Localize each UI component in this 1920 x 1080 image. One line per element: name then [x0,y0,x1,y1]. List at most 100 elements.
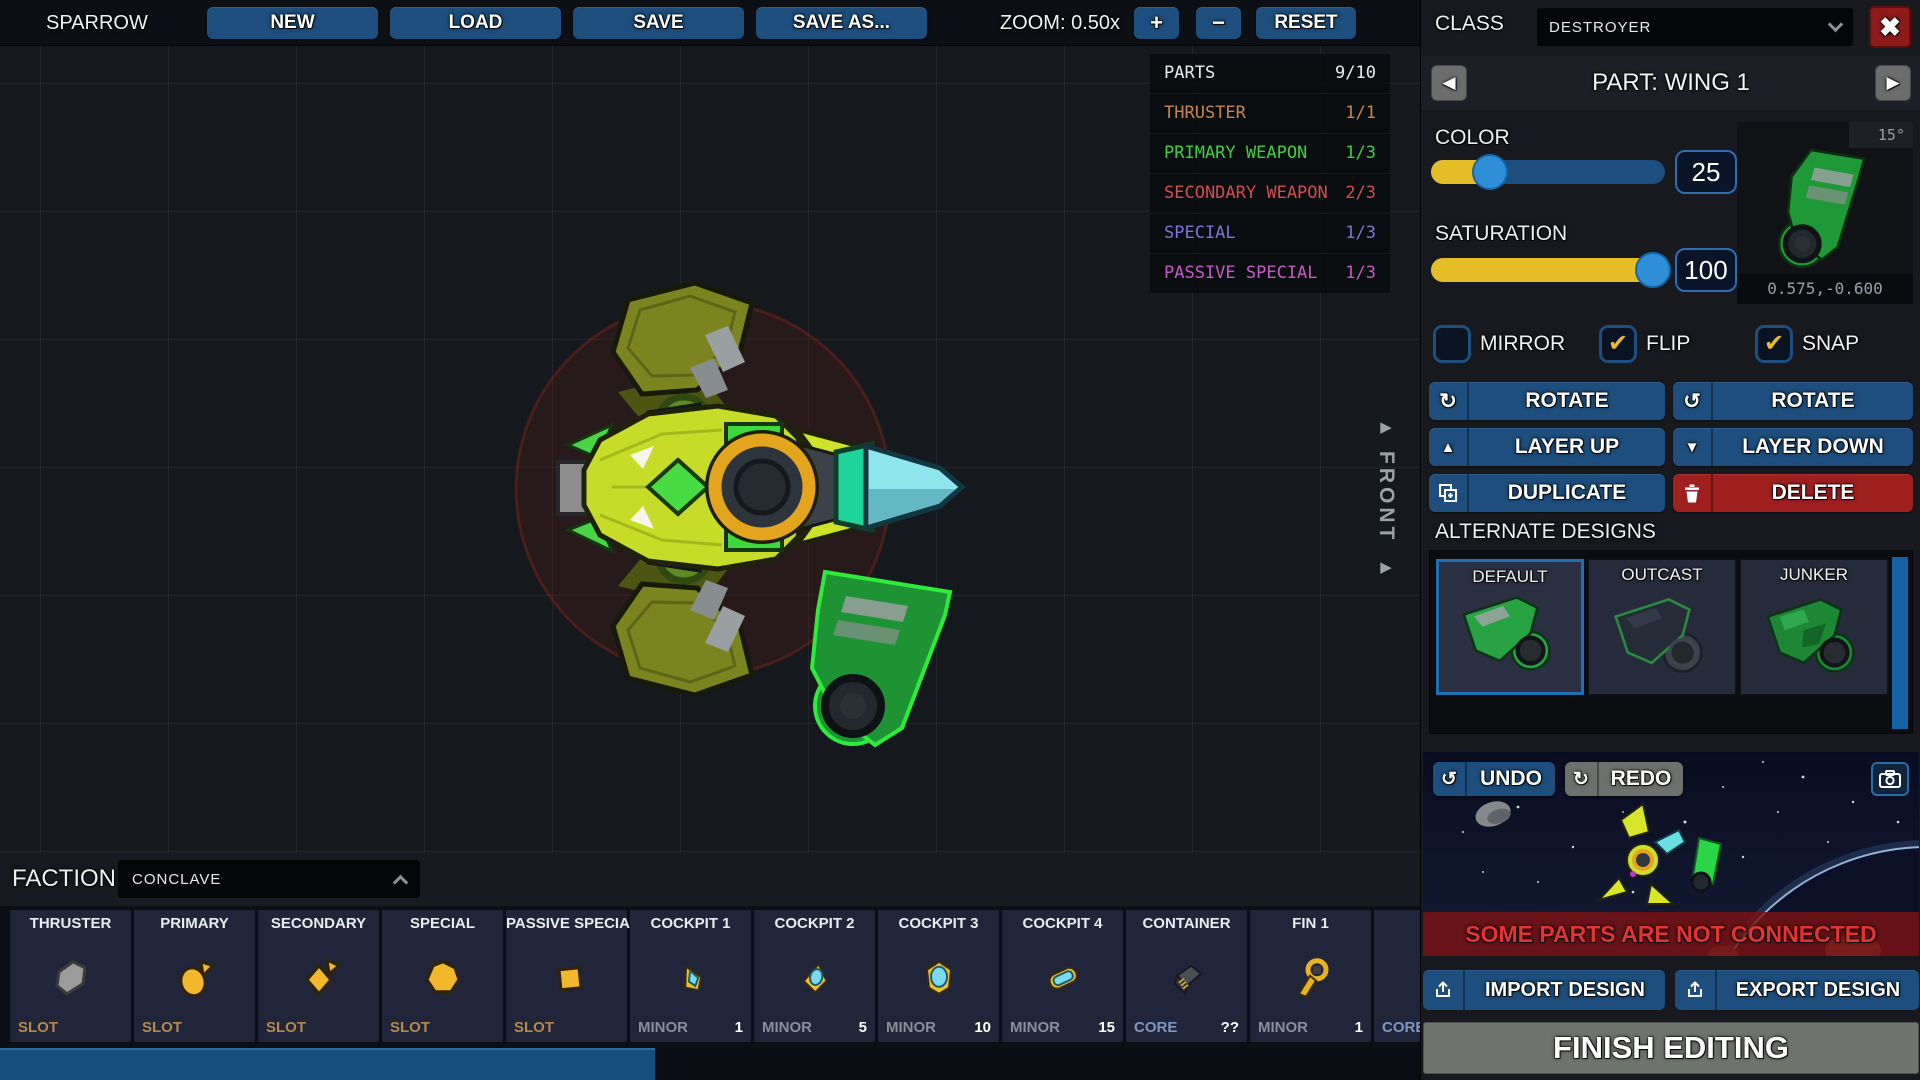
zoom-reset-button[interactable]: RESET [1256,7,1356,39]
ship-preview-screenshot: ↺ UNDO ↻ REDO SOME PARTS ARE NOT CONNECT… [1423,752,1919,956]
undo-button[interactable]: ↺ UNDO [1433,762,1555,796]
saturation-slider[interactable] [1431,258,1665,282]
palette-item-cockpit-3[interactable]: COCKPIT 3 MINOR 10 [878,910,999,1042]
screenshot-button[interactable] [1871,762,1909,796]
palette-item-thruster[interactable]: THRUSTER SLOT [10,910,131,1042]
flip-label: FLIP [1646,332,1690,356]
class-dropdown[interactable]: DESTROYER [1537,8,1853,46]
save-button[interactable]: SAVE [573,7,744,39]
redo-icon: ↻ [1565,762,1599,796]
ship-hull [558,404,962,571]
special-part-icon [421,956,465,1000]
selected-wing-part[interactable] [812,572,950,745]
parts-total-row: PARTS 9/10 [1150,54,1390,93]
palette-item-partial[interactable]: CORE [1374,910,1420,1042]
snap-checkbox[interactable]: ✔ [1755,325,1793,363]
trash-icon [1673,474,1713,512]
palette-item-cockpit-4[interactable]: COCKPIT 4 MINOR 15 [1002,910,1123,1042]
rotate-clockwise-button[interactable]: ↻ ROTATE [1429,382,1665,420]
palette-scrollbar[interactable] [0,1048,1420,1080]
color-value-input[interactable]: 25 [1675,150,1737,194]
layer-down-button[interactable]: ▼ LAYER DOWN [1673,428,1913,466]
palette-item-cockpit-2[interactable]: COCKPIT 2 MINOR 5 [754,910,875,1042]
new-button[interactable]: NEW [207,7,378,39]
parts-row-thruster: THRUSTER 1/1 [1150,93,1390,133]
rotate-counterclockwise-icon: ↺ [1673,382,1713,420]
design-canvas[interactable]: SPARROW NEW LOAD SAVE SAVE AS... ZOOM: 0… [0,0,1420,1080]
palette-item-container[interactable]: CONTAINER CORE ?? [1126,910,1247,1042]
designs-scrollbar[interactable] [1892,557,1908,729]
faction-row: FACTION CONCLAVE [0,852,1420,906]
palette-item-fin-1[interactable]: FIN 1 MINOR 1 [1250,910,1371,1042]
close-icon: ✖ [1879,12,1901,42]
color-slider[interactable] [1431,160,1665,184]
primary-weapon-part-icon [173,956,217,1000]
front-arrow-icon: ▶ [1380,558,1392,576]
chevron-up-icon [393,874,409,890]
zoom-in-button[interactable]: + [1134,7,1179,39]
faction-value: CONCLAVE [132,871,221,888]
palette-item-cockpit-1[interactable]: COCKPIT 1 MINOR 1 [630,910,751,1042]
parts-counter-panel: PARTS 9/10 THRUSTER 1/1 PRIMARY WEAPON 1… [1150,54,1390,293]
snap-label: SNAP [1802,332,1859,356]
design-option-junker[interactable]: JUNKER [1740,559,1888,695]
export-design-button[interactable]: EXPORT DESIGN [1675,970,1919,1010]
layer-up-button[interactable]: ▲ LAYER UP [1429,428,1665,466]
design-junker-thumbnail [1754,588,1874,688]
delete-button[interactable]: DELETE [1673,474,1913,512]
part-title: PART: WING 1 [1421,56,1920,110]
snap-checkbox-group: ✔ SNAP [1755,324,1859,364]
alternate-designs-list: DEFAULT OUTCAST JUNKER [1429,550,1913,734]
chevron-right-icon: ▶ [1886,73,1899,92]
rotate-counterclockwise-button[interactable]: ↺ ROTATE [1673,382,1913,420]
save-as-button[interactable]: SAVE AS... [756,7,927,39]
zoom-level: ZOOM: 0.50x [950,0,1120,46]
design-option-outcast[interactable]: OUTCAST [1588,559,1736,695]
palette-scrollbar-thumb[interactable] [0,1048,655,1080]
flip-checkbox[interactable]: ✔ [1599,325,1637,363]
bottom-panel: FACTION CONCLAVE THRUSTER SLOT PRIMARY S… [0,852,1420,1080]
design-outcast-thumbnail [1602,588,1722,688]
finish-editing-button[interactable]: FINISH EDITING [1423,1022,1919,1074]
cockpit-1-part-icon [669,956,713,1000]
passive-special-part-icon [545,956,589,1000]
palette-item-secondary[interactable]: SECONDARY SLOT [258,910,379,1042]
top-toolbar: SPARROW NEW LOAD SAVE SAVE AS... ZOOM: 0… [0,0,1420,46]
parts-palette: THRUSTER SLOT PRIMARY SLOT SECONDARY SLO… [0,906,1420,1048]
mirror-checkbox[interactable]: ✔ [1433,325,1471,363]
import-design-button[interactable]: IMPORT DESIGN [1423,970,1665,1010]
load-button[interactable]: LOAD [390,7,561,39]
front-label: FRONT [1374,451,1398,543]
connection-warning: SOME PARTS ARE NOT CONNECTED [1423,912,1919,956]
saturation-slider-fill [1431,258,1665,282]
chevron-down-icon [1828,17,1844,33]
duplicate-button[interactable]: DUPLICATE [1429,474,1665,512]
palette-item-primary[interactable]: PRIMARY SLOT [134,910,255,1042]
faction-label: FACTION [12,852,116,906]
palette-item-passive-special[interactable]: PASSIVE SPECIAL SLOT [506,910,627,1042]
faction-dropdown[interactable]: CONCLAVE [118,860,420,898]
fin-1-part-icon [1289,956,1333,1000]
saturation-value-input[interactable]: 100 [1675,248,1737,292]
redo-button[interactable]: ↻ REDO [1565,762,1683,796]
ship-editor: SPARROW NEW LOAD SAVE SAVE AS... ZOOM: 0… [0,0,1920,1080]
close-editor-button[interactable]: ✖ [1869,6,1911,48]
parts-total-count: 9/10 [1335,54,1376,93]
duplicate-icon [1429,474,1469,512]
next-part-button[interactable]: ▶ [1875,65,1911,101]
part-angle: 15° [1849,122,1913,148]
class-value: DESTROYER [1549,19,1651,36]
part-preview-image [1765,144,1889,278]
part-coordinates: 0.575,-0.600 [1737,274,1913,304]
palette-item-special[interactable]: SPECIAL SLOT [382,910,503,1042]
zoom-out-button[interactable]: − [1196,7,1241,39]
color-slider-thumb[interactable] [1472,154,1508,190]
chevron-left-icon: ◀ [1442,73,1455,92]
export-icon [1675,970,1717,1010]
previous-part-button[interactable]: ◀ [1431,65,1467,101]
part-editor-sidebar: CLASS DESTROYER ✖ PART: WING 1 ◀ ▶ COLOR… [1420,0,1920,1080]
saturation-slider-thumb[interactable] [1635,252,1671,288]
design-default-thumbnail [1450,586,1570,686]
part-preview: 15° 0.575,-0.600 [1737,122,1913,304]
design-option-default[interactable]: DEFAULT [1436,559,1584,695]
